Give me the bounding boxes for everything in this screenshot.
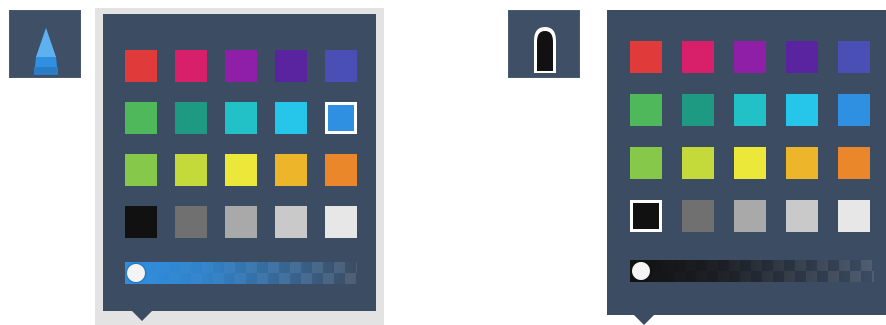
color-swatch-red[interactable] (125, 50, 157, 82)
color-swatch-turquoise[interactable] (225, 102, 257, 134)
color-swatch-gray[interactable] (734, 200, 766, 232)
color-swatch-blue[interactable] (838, 94, 870, 126)
slider-thumb[interactable] (127, 264, 145, 282)
color-swatch-dark-gray[interactable] (682, 200, 714, 232)
color-swatch-violet[interactable] (786, 41, 818, 73)
color-swatch-yellow[interactable] (225, 154, 257, 186)
color-swatch-green[interactable] (630, 94, 662, 126)
thickness-slider[interactable] (630, 260, 874, 282)
color-swatch-sky[interactable] (786, 94, 818, 126)
color-swatch-gold[interactable] (786, 147, 818, 179)
color-swatch-light-gray[interactable] (786, 200, 818, 232)
color-picker-body (607, 10, 886, 315)
slider-track (630, 260, 874, 282)
pen-button-highlighter[interactable] (9, 10, 81, 78)
color-swatch-turquoise[interactable] (734, 94, 766, 126)
color-swatch-sky[interactable] (275, 102, 307, 134)
color-swatch-black[interactable] (630, 200, 662, 232)
color-swatch-orange[interactable] (325, 154, 357, 186)
color-swatch-yellow-green[interactable] (175, 154, 207, 186)
color-swatch-purple[interactable] (734, 41, 766, 73)
color-swatch-light-gray[interactable] (275, 206, 307, 238)
color-picker-panel-right (605, 10, 886, 325)
color-picker-panel-left (95, 8, 384, 325)
color-swatch-indigo[interactable] (838, 41, 870, 73)
color-swatch-indigo[interactable] (325, 50, 357, 82)
pen-button-felt-tip[interactable] (508, 10, 580, 78)
color-swatch-gray[interactable] (225, 206, 257, 238)
color-swatch-teal[interactable] (682, 94, 714, 126)
color-swatch-lime[interactable] (630, 147, 662, 179)
color-swatch-crimson[interactable] (682, 41, 714, 73)
color-swatch-lime[interactable] (125, 154, 157, 186)
color-swatch-red[interactable] (630, 41, 662, 73)
felt-tip-pen-icon (534, 27, 556, 73)
color-swatch-gold[interactable] (275, 154, 307, 186)
color-swatch-grid (630, 41, 874, 232)
slider-track (125, 262, 357, 284)
color-picker-body (103, 14, 376, 311)
color-swatch-violet[interactable] (275, 50, 307, 82)
color-swatch-black[interactable] (125, 206, 157, 238)
color-swatch-white[interactable] (838, 200, 870, 232)
color-swatch-white[interactable] (325, 206, 357, 238)
color-swatch-grid (125, 50, 357, 240)
color-swatch-purple[interactable] (225, 50, 257, 82)
color-swatch-yellow-green[interactable] (682, 147, 714, 179)
color-swatch-orange[interactable] (838, 147, 870, 179)
panel-pointer (132, 311, 152, 321)
color-swatch-crimson[interactable] (175, 50, 207, 82)
panel-pointer (634, 315, 654, 325)
highlighter-pen-icon (34, 28, 58, 75)
slider-thumb[interactable] (632, 262, 650, 280)
thickness-slider[interactable] (125, 262, 357, 284)
color-swatch-green[interactable] (125, 102, 157, 134)
color-swatch-dark-gray[interactable] (175, 206, 207, 238)
color-swatch-blue[interactable] (325, 102, 357, 134)
color-swatch-yellow[interactable] (734, 147, 766, 179)
color-swatch-teal[interactable] (175, 102, 207, 134)
